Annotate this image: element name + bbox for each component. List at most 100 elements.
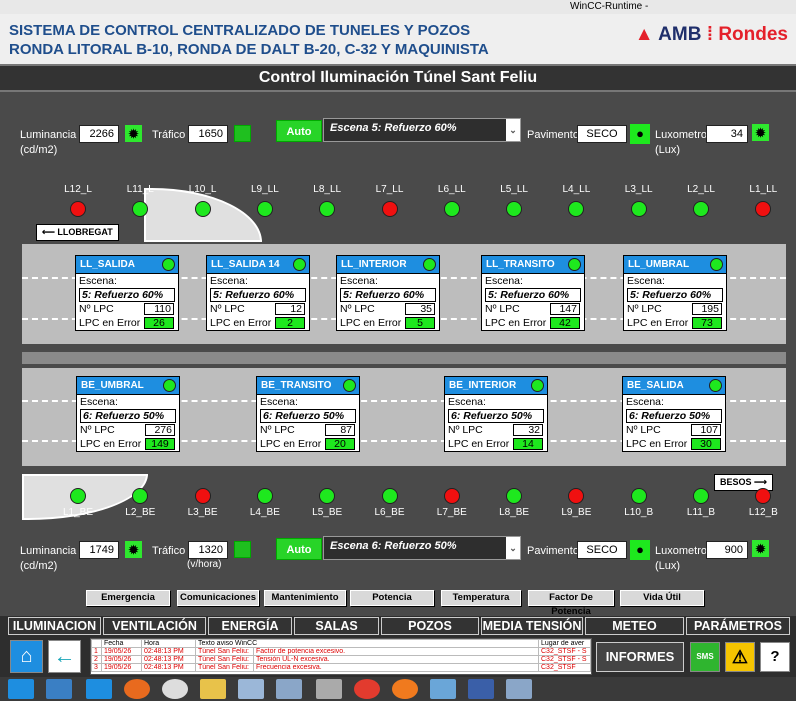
- chrome-icon[interactable]: [354, 679, 380, 699]
- tunnel-median: [22, 352, 786, 364]
- auto-button[interactable]: Auto: [276, 120, 322, 142]
- lamp-label: L7_LL: [375, 184, 404, 195]
- nav-tab[interactable]: METEO: [585, 617, 684, 635]
- lamp-indicator[interactable]: [70, 201, 86, 217]
- lamp-indicator[interactable]: [630, 201, 647, 217]
- trafico-label-be: Tráfico: [152, 545, 186, 557]
- lamp-indicator[interactable]: [506, 488, 523, 504]
- zone-panel[interactable]: BE_SALIDA Escena: 6: Refuerzo 50% Nº LPC 107…: [622, 376, 726, 452]
- escena-label: Escena:: [448, 396, 486, 408]
- alarm-cell: Tensión UL-N excesiva.: [253, 655, 539, 664]
- auto-button-be[interactable]: Auto: [276, 538, 322, 560]
- category-button[interactable]: Potencia: [350, 590, 434, 606]
- escena-select-be[interactable]: Escena 6: Refuerzo 50% ⌄: [323, 536, 521, 560]
- app-icon[interactable]: [506, 679, 532, 699]
- help-button[interactable]: ?: [760, 642, 790, 672]
- home-icon[interactable]: ⌂: [10, 640, 43, 673]
- lamp-indicator[interactable]: [319, 488, 336, 504]
- pavimento-value: SECO: [577, 125, 627, 143]
- chevron-down-icon[interactable]: ⌄: [506, 537, 520, 559]
- warning-icon[interactable]: ⚠: [725, 642, 755, 672]
- lamp-indicator[interactable]: [443, 201, 460, 217]
- lamp-indicator[interactable]: [381, 488, 398, 504]
- brave-icon[interactable]: [392, 679, 418, 699]
- back-arrow-icon[interactable]: ←: [48, 640, 81, 673]
- category-button[interactable]: Comunicaciones: [177, 590, 259, 606]
- app-icon[interactable]: [430, 679, 456, 699]
- nav-tab[interactable]: SALAS: [294, 617, 379, 635]
- lamp-indicator[interactable]: [755, 488, 772, 504]
- informes-button[interactable]: INFORMES: [596, 642, 684, 672]
- app-icon[interactable]: [238, 679, 264, 699]
- category-button[interactable]: Mantenimiento: [264, 590, 346, 606]
- app-icon[interactable]: [468, 679, 494, 699]
- zone-panel[interactable]: BE_INTERIOR Escena: 6: Refuerzo 50% Nº LPC 3…: [444, 376, 548, 452]
- lamp-indicator[interactable]: [755, 201, 772, 217]
- lamp-indicator[interactable]: [319, 201, 336, 217]
- clock-icon[interactable]: [162, 679, 188, 699]
- lamp-label: L4_LL: [562, 184, 591, 195]
- zone-panel[interactable]: LL_UMBRAL Escena: 5: Refuerzo 60% Nº LPC 195…: [623, 255, 727, 331]
- category-button[interactable]: Emergencia: [86, 590, 170, 606]
- error-row: LPC en Error 14: [445, 437, 547, 451]
- lamp-label: L11_B: [686, 507, 716, 518]
- zone-panel[interactable]: LL_SALIDA 14 Escena: 5: Refuerzo 60% Nº LPC…: [206, 255, 310, 331]
- wincc-icon[interactable]: [276, 679, 302, 699]
- zone-panel[interactable]: LL_TRANSITO Escena: 5: Refuerzo 60% Nº LPC 1…: [481, 255, 585, 331]
- zone-panel[interactable]: BE_UMBRAL Escena: 6: Refuerzo 50% Nº LPC 276…: [76, 376, 180, 452]
- table-row[interactable]: 2 19/05/26 02:48:13 PM Túnel San Feliu: …: [91, 655, 591, 664]
- window-title-bar: WinCC-Runtime -: [0, 0, 796, 14]
- nav-tab[interactable]: ILUMINACION: [8, 617, 101, 635]
- lamp-indicator[interactable]: [132, 488, 149, 504]
- nav-tab[interactable]: POZOS: [381, 617, 479, 635]
- category-button[interactable]: Vida Útil: [620, 590, 704, 606]
- app-icon[interactable]: [316, 679, 342, 699]
- alarm-table[interactable]: Fecha Hora Texto aviso WinCC Lugar de av…: [90, 638, 592, 675]
- escena-select[interactable]: Escena 5: Refuerzo 60% ⌄: [323, 118, 521, 142]
- nav-tab[interactable]: ENERGÍA: [208, 617, 292, 635]
- nav-tab[interactable]: PARÁMETROS: [686, 617, 790, 635]
- lamp-indicator[interactable]: [506, 201, 523, 217]
- lamp-indicator[interactable]: [194, 201, 211, 217]
- category-button[interactable]: Factor De Potencia: [528, 590, 614, 617]
- lamp-indicator[interactable]: [256, 488, 273, 504]
- nav-tab[interactable]: VENTILACIÓN: [103, 617, 206, 635]
- lamp-label: L5_BE: [312, 507, 343, 518]
- alarm-cell: 19/05/26: [101, 647, 142, 656]
- table-row[interactable]: 1 19/05/26 02:48:13 PM Túnel San Feliu: …: [91, 647, 591, 656]
- nlpc-row: Nº LPC 87: [257, 423, 359, 437]
- lamp-indicator[interactable]: [693, 201, 709, 217]
- alarm-header-texto: Texto aviso WinCC: [195, 639, 539, 648]
- nlpc-label: Nº LPC: [485, 303, 520, 315]
- alarm-cell: 19/05/26: [101, 655, 142, 664]
- lamp-indicator[interactable]: [630, 488, 647, 504]
- category-button[interactable]: Temperatura: [441, 590, 521, 606]
- zone-panel[interactable]: BE_TRANSITO Escena: 6: Refuerzo 50% Nº LPC 8…: [256, 376, 360, 452]
- error-row: LPC en Error 149: [77, 437, 179, 451]
- chevron-down-icon[interactable]: ⌄: [506, 119, 520, 141]
- nav-tab[interactable]: MEDIA TENSIÓN: [481, 617, 583, 635]
- escena-select-value-be: Escena 6: Refuerzo 50%: [330, 540, 457, 552]
- lamp-indicator[interactable]: [194, 488, 211, 504]
- firefox-icon[interactable]: [124, 679, 150, 699]
- error-row: LPC en Error 2: [207, 316, 309, 330]
- page-title: Control Iluminación Túnel Sant Feliu: [0, 64, 796, 92]
- windows-start-icon[interactable]: [8, 679, 34, 699]
- zone-panel[interactable]: LL_SALIDA Escena: 5: Refuerzo 60% Nº LPC 110…: [75, 255, 179, 331]
- zone-panel[interactable]: LL_INTERIOR Escena: 5: Refuerzo 60% Nº LPC 3…: [336, 255, 440, 331]
- table-row[interactable]: 3 19/05/26 02:48:13 PM Túnel San Feliu: …: [91, 663, 591, 672]
- powershell-icon[interactable]: [86, 679, 112, 699]
- file-explorer-icon[interactable]: [46, 679, 72, 699]
- zone-panel-title: BE_INTERIOR: [449, 380, 517, 391]
- alarm-cell: C32_STSF - S: [538, 647, 591, 656]
- lamp-indicator[interactable]: [70, 488, 86, 504]
- lamp-indicator[interactable]: [256, 201, 273, 217]
- lamp-indicator[interactable]: [443, 488, 460, 504]
- folder-icon[interactable]: [200, 679, 226, 699]
- lamp-indicator[interactable]: [693, 488, 709, 504]
- lamp-indicator[interactable]: [568, 201, 585, 217]
- lamp-indicator[interactable]: [568, 488, 585, 504]
- lamp-indicator[interactable]: [381, 201, 398, 217]
- sms-icon[interactable]: SMS: [690, 642, 720, 672]
- lamp-label: L6_BE: [374, 507, 405, 518]
